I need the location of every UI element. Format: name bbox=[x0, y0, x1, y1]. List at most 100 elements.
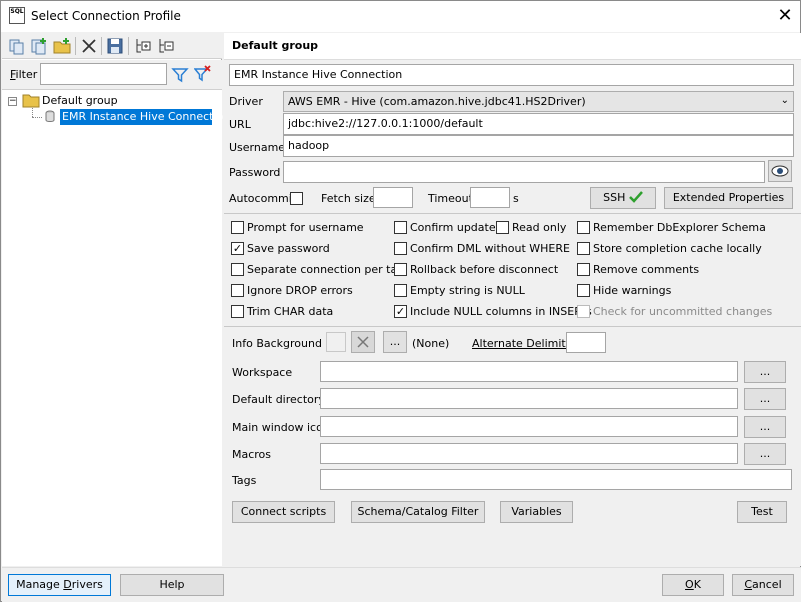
save-icon[interactable] bbox=[106, 37, 124, 55]
hide-warnings-checkbox[interactable] bbox=[577, 284, 590, 297]
password-input[interactable] bbox=[283, 161, 765, 183]
ignore-drop-checkbox[interactable] bbox=[231, 284, 244, 297]
store-cache-checkbox[interactable] bbox=[577, 242, 590, 255]
checkmark-icon bbox=[628, 191, 643, 203]
prompt-username-label: Prompt for username bbox=[247, 221, 364, 234]
delete-icon[interactable] bbox=[80, 37, 98, 55]
new-group-icon[interactable] bbox=[53, 37, 71, 55]
tags-label: Tags bbox=[232, 474, 257, 487]
remove-comments-checkbox[interactable] bbox=[577, 263, 590, 276]
remember-schema-checkbox[interactable] bbox=[577, 221, 590, 234]
show-password-button[interactable] bbox=[768, 160, 792, 182]
collapse-toggle-icon[interactable]: − bbox=[8, 97, 17, 106]
select-color-button[interactable]: ... bbox=[383, 331, 407, 353]
profile-tree-panel: Filter − Default group EMR Instance Hive… bbox=[2, 33, 230, 566]
default-directory-label: Default directory bbox=[232, 393, 325, 406]
alternate-delimiter-input[interactable] bbox=[566, 332, 606, 353]
clear-filter-icon[interactable] bbox=[193, 65, 212, 83]
read-only-checkbox[interactable] bbox=[496, 221, 509, 234]
ssh-button[interactable]: SSH bbox=[590, 187, 656, 209]
include-null-checkbox[interactable]: ✓ bbox=[394, 305, 407, 318]
section-divider bbox=[224, 213, 801, 214]
fetch-size-label: Fetch size bbox=[321, 192, 376, 205]
tree-connector bbox=[32, 108, 33, 117]
workspace-browse-button[interactable]: ... bbox=[744, 361, 786, 383]
driver-select[interactable]: AWS EMR - Hive (com.amazon.hive.jdbc41.H… bbox=[283, 91, 794, 112]
confirm-updates-checkbox[interactable] bbox=[394, 221, 407, 234]
folder-icon bbox=[22, 94, 40, 108]
ok-button[interactable]: OK bbox=[662, 574, 724, 596]
group-header: Default group bbox=[224, 33, 801, 60]
section-divider bbox=[224, 326, 801, 327]
dialog-button-bar: Manage Drivers Help OK Cancel bbox=[2, 567, 801, 602]
confirm-dml-checkbox[interactable] bbox=[394, 242, 407, 255]
dialog-window: SQL Select Connection Profile ✕ Filter −… bbox=[0, 0, 801, 602]
manage-drivers-button[interactable]: Manage Drivers bbox=[8, 574, 111, 596]
trim-char-checkbox[interactable] bbox=[231, 305, 244, 318]
macros-browse-button[interactable]: ... bbox=[744, 443, 786, 465]
macros-input[interactable] bbox=[320, 443, 738, 464]
include-null-label: Include NULL columns in INSERTs bbox=[410, 305, 592, 318]
variables-button[interactable]: Variables bbox=[500, 501, 573, 523]
tags-input[interactable] bbox=[320, 469, 792, 490]
prompt-username-checkbox[interactable] bbox=[231, 221, 244, 234]
new-profile-icon[interactable] bbox=[30, 37, 48, 55]
separate-connection-checkbox[interactable] bbox=[231, 263, 244, 276]
app-icon: SQL bbox=[9, 7, 25, 24]
username-label: Username bbox=[229, 141, 286, 154]
eye-icon bbox=[771, 165, 789, 177]
color-swatch[interactable] bbox=[326, 332, 346, 352]
fetch-size-input[interactable] bbox=[373, 187, 413, 208]
workspace-input[interactable] bbox=[320, 361, 738, 382]
check-uncommitted-label: Check for uncommitted changes bbox=[593, 305, 773, 318]
profile-tree: − Default group EMR Instance Hive Connec… bbox=[2, 90, 230, 566]
tree-item-emr-connection[interactable]: EMR Instance Hive Connection bbox=[60, 109, 230, 125]
copy-profile-icon[interactable] bbox=[8, 37, 26, 55]
read-only-label: Read only bbox=[512, 221, 567, 234]
apply-filter-icon[interactable] bbox=[171, 66, 189, 84]
schema-catalog-filter-button[interactable]: Schema/Catalog Filter bbox=[351, 501, 485, 523]
test-button[interactable]: Test bbox=[737, 501, 787, 523]
default-directory-browse-button[interactable]: ... bbox=[744, 388, 786, 410]
main-window-icon-label: Main window icon bbox=[232, 421, 330, 434]
info-background-value: (None) bbox=[412, 337, 450, 350]
cancel-button[interactable]: Cancel bbox=[732, 574, 794, 596]
ignore-drop-label: Ignore DROP errors bbox=[247, 284, 353, 297]
help-button[interactable]: Help bbox=[120, 574, 224, 596]
profile-name-input[interactable]: EMR Instance Hive Connection bbox=[229, 64, 794, 86]
close-button[interactable]: ✕ bbox=[771, 3, 799, 29]
filter-input[interactable] bbox=[40, 63, 167, 85]
rollback-checkbox[interactable] bbox=[394, 263, 407, 276]
chevron-down-icon: ⌄ bbox=[780, 95, 789, 106]
profile-toolbar bbox=[2, 33, 222, 59]
autocommit-checkbox[interactable] bbox=[290, 192, 303, 205]
url-input[interactable]: jdbc:hive2://127.0.0.1:1000/default bbox=[283, 113, 794, 135]
default-directory-input[interactable] bbox=[320, 388, 738, 409]
empty-string-null-checkbox[interactable] bbox=[394, 284, 407, 297]
profile-details-panel: Default group EMR Instance Hive Connecti… bbox=[224, 33, 801, 566]
driver-label: Driver bbox=[229, 95, 263, 108]
save-password-checkbox[interactable]: ✓ bbox=[231, 242, 244, 255]
toolbar-divider bbox=[128, 37, 129, 55]
expand-all-icon[interactable] bbox=[134, 37, 152, 55]
trim-char-label: Trim CHAR data bbox=[247, 305, 334, 318]
remove-comments-label: Remove comments bbox=[593, 263, 700, 276]
toolbar-divider bbox=[75, 37, 76, 55]
filter-row: Filter bbox=[2, 60, 222, 90]
macros-label: Macros bbox=[232, 448, 272, 461]
group-header-title: Default group bbox=[232, 39, 319, 52]
main-window-icon-input[interactable] bbox=[320, 416, 738, 437]
timeout-input[interactable] bbox=[470, 187, 510, 208]
check-uncommitted-checkbox[interactable] bbox=[577, 305, 590, 318]
main-window-icon-browse-button[interactable]: ... bbox=[744, 416, 786, 438]
confirm-dml-label: Confirm DML without WHERE bbox=[410, 242, 570, 255]
collapse-all-icon[interactable] bbox=[157, 37, 175, 55]
clear-color-button[interactable] bbox=[351, 331, 375, 353]
username-input[interactable]: hadoop bbox=[283, 135, 794, 157]
empty-string-null-label: Empty string is NULL bbox=[410, 284, 525, 297]
alternate-delimiter-label[interactable]: Alternate Delimiter bbox=[472, 337, 577, 350]
connect-scripts-button[interactable]: Connect scripts bbox=[232, 501, 335, 523]
autocommit-label: Autocommit bbox=[229, 192, 297, 205]
extended-properties-button[interactable]: Extended Properties bbox=[664, 187, 793, 209]
tree-group-default[interactable]: Default group bbox=[42, 94, 118, 107]
